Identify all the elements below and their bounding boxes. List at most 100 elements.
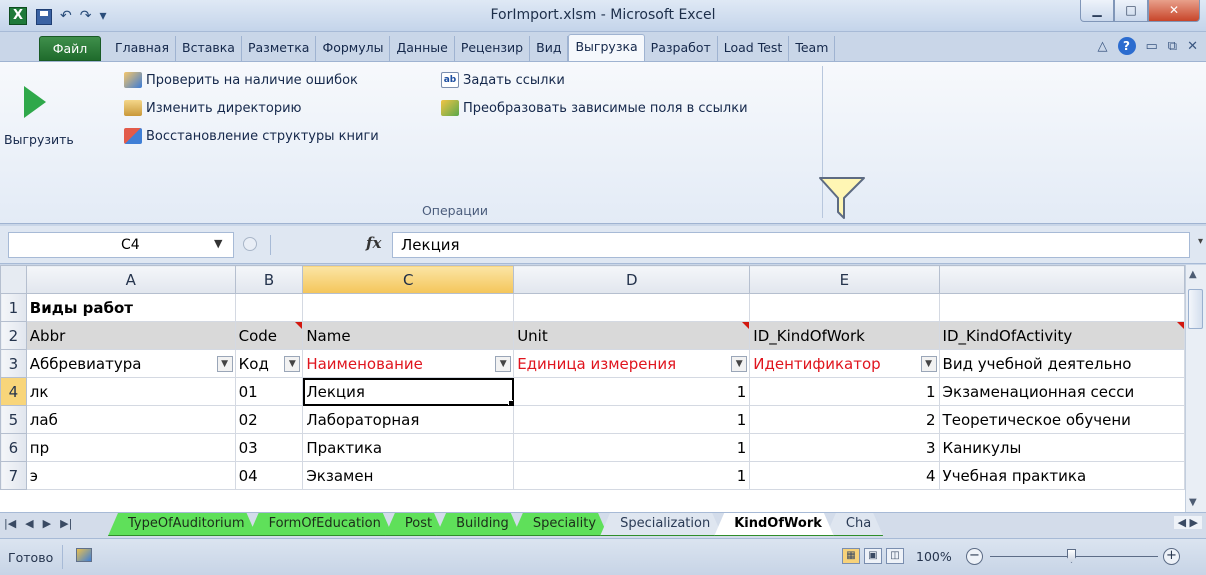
cell[interactable]: 1: [513, 433, 751, 462]
tab-insert[interactable]: Вставка: [176, 36, 242, 61]
minimize-button[interactable]: ▁: [1080, 0, 1114, 22]
cell[interactable]: пр: [25, 433, 236, 462]
next-sheet-icon[interactable]: ▶: [43, 517, 51, 530]
export-button[interactable]: Выгрузить: [4, 68, 74, 188]
cell[interactable]: 3: [749, 433, 940, 462]
tab-home[interactable]: Главная: [109, 36, 176, 61]
cell[interactable]: Code: [234, 321, 304, 350]
cell[interactable]: Учебная практика: [938, 461, 1185, 490]
cell[interactable]: Abbr: [25, 321, 236, 350]
row-header[interactable]: 3: [0, 349, 27, 378]
filter-dropdown-icon[interactable]: ▼: [216, 356, 233, 372]
sheet-scroll-icon[interactable]: ◀ ▶: [1173, 516, 1202, 529]
last-sheet-icon[interactable]: ▶|: [60, 517, 72, 530]
change-directory-button[interactable]: Изменить директорию: [124, 97, 301, 119]
filter-dropdown-icon[interactable]: ▼: [731, 356, 748, 372]
row-header[interactable]: 4: [0, 377, 27, 406]
cell[interactable]: Практика: [302, 433, 515, 462]
cell[interactable]: [234, 293, 304, 322]
cell[interactable]: Экзамен: [302, 461, 515, 490]
cell[interactable]: 2: [749, 405, 940, 434]
restore-workbook-icon[interactable]: ⧉: [1168, 39, 1177, 54]
cell[interactable]: лаб: [25, 405, 236, 434]
cell[interactable]: Вид учебной деятельно: [938, 349, 1185, 378]
cell[interactable]: Наименование ▼: [302, 349, 515, 378]
page-break-view-icon[interactable]: ◫: [886, 548, 904, 564]
tab-file[interactable]: Файл: [39, 36, 101, 61]
convert-fields-button[interactable]: Преобразовать зависимые поля в ссылки: [441, 97, 748, 119]
sheet-tab-active[interactable]: KindOfWork: [714, 513, 834, 536]
filter-dropdown-icon[interactable]: ▼: [920, 356, 937, 372]
cell[interactable]: [938, 293, 1185, 322]
tab-load-test[interactable]: Load Test: [718, 36, 790, 61]
row-header[interactable]: 1: [0, 293, 27, 322]
cell[interactable]: Name: [302, 321, 515, 350]
collapse-ribbon-icon[interactable]: △: [1098, 39, 1108, 54]
first-sheet-icon[interactable]: |◀: [4, 517, 16, 530]
column-header-d[interactable]: D: [513, 265, 751, 294]
cell[interactable]: 1: [513, 405, 751, 434]
help-icon[interactable]: ?: [1117, 37, 1136, 55]
restore-structure-button[interactable]: Восстановление структуры книги: [124, 125, 379, 147]
zoom-out-icon[interactable]: −: [966, 548, 983, 565]
tab-export[interactable]: Выгрузка: [568, 34, 645, 61]
name-box[interactable]: C4: [8, 232, 234, 258]
scroll-down-icon[interactable]: ▼: [1189, 497, 1197, 508]
tab-formulas[interactable]: Формулы: [316, 36, 391, 61]
cell[interactable]: 04: [234, 461, 304, 490]
cell[interactable]: [513, 293, 751, 322]
prev-sheet-icon[interactable]: ◀: [25, 517, 33, 530]
vertical-scrollbar[interactable]: ▲ ▼: [1185, 265, 1206, 512]
sheet-tab[interactable]: Building: [436, 513, 521, 536]
formula-cancel-icon[interactable]: [243, 237, 257, 251]
row-header[interactable]: 7: [0, 461, 27, 490]
cell[interactable]: Теоретическое обучени: [938, 405, 1185, 434]
sheet-tab[interactable]: Specialization: [600, 513, 722, 536]
cell[interactable]: 1: [513, 377, 751, 406]
tab-layout[interactable]: Разметка: [242, 36, 317, 61]
row-header[interactable]: 5: [0, 405, 27, 434]
cell[interactable]: Идентификатор ▼: [749, 349, 940, 378]
scroll-thumb[interactable]: [1188, 289, 1203, 329]
close-workbook-icon[interactable]: ✕: [1187, 39, 1198, 54]
cell[interactable]: ID_KindOfWork: [749, 321, 940, 350]
cell[interactable]: Экзаменационная сесси: [938, 377, 1185, 406]
cell[interactable]: 03: [234, 433, 304, 462]
normal-view-icon[interactable]: ▦: [842, 548, 860, 564]
cell[interactable]: Единица измерения ▼: [513, 349, 751, 378]
cell[interactable]: Лабораторная: [302, 405, 515, 434]
name-box-dropdown-icon[interactable]: ▼: [214, 232, 222, 256]
cell[interactable]: Виды работ: [25, 293, 236, 322]
formula-input[interactable]: Лекция: [392, 232, 1190, 258]
sheet-tab[interactable]: Speciality: [513, 513, 608, 536]
sheet-tab[interactable]: FormOfEducation: [249, 513, 393, 536]
scroll-up-icon[interactable]: ▲: [1189, 269, 1197, 280]
sheet-tab[interactable]: Post: [385, 513, 444, 536]
zoom-level[interactable]: 100%: [916, 549, 952, 564]
expand-formula-icon[interactable]: ▾: [1198, 236, 1203, 247]
cell[interactable]: 4: [749, 461, 940, 490]
minimize-workbook-icon[interactable]: ▭: [1146, 39, 1158, 54]
cell[interactable]: лк: [25, 377, 236, 406]
tab-data[interactable]: Данные: [390, 36, 455, 61]
tab-team[interactable]: Team: [789, 36, 836, 61]
cell[interactable]: ID_KindOfActivity: [938, 321, 1185, 350]
maximize-button[interactable]: □: [1114, 0, 1148, 22]
cell[interactable]: Каникулы: [938, 433, 1185, 462]
select-all-corner[interactable]: [0, 265, 27, 294]
cell[interactable]: 01: [234, 377, 304, 406]
zoom-slider-thumb[interactable]: [1067, 549, 1076, 563]
zoom-in-icon[interactable]: +: [1163, 548, 1180, 565]
column-header-f[interactable]: [938, 265, 1185, 294]
insert-function-icon[interactable]: fx: [366, 234, 381, 252]
tab-view[interactable]: Вид: [530, 36, 569, 61]
cell[interactable]: Unit: [513, 321, 751, 350]
cell[interactable]: [749, 293, 940, 322]
column-header-c[interactable]: C: [302, 265, 515, 294]
cell[interactable]: Аббревиатура ▼: [25, 349, 236, 378]
active-cell[interactable]: Лекция: [302, 377, 515, 406]
page-layout-view-icon[interactable]: ▣: [864, 548, 882, 564]
close-button[interactable]: ✕: [1148, 0, 1200, 22]
row-header[interactable]: 2: [0, 321, 27, 350]
filter-dropdown-icon[interactable]: ▼: [495, 356, 512, 372]
